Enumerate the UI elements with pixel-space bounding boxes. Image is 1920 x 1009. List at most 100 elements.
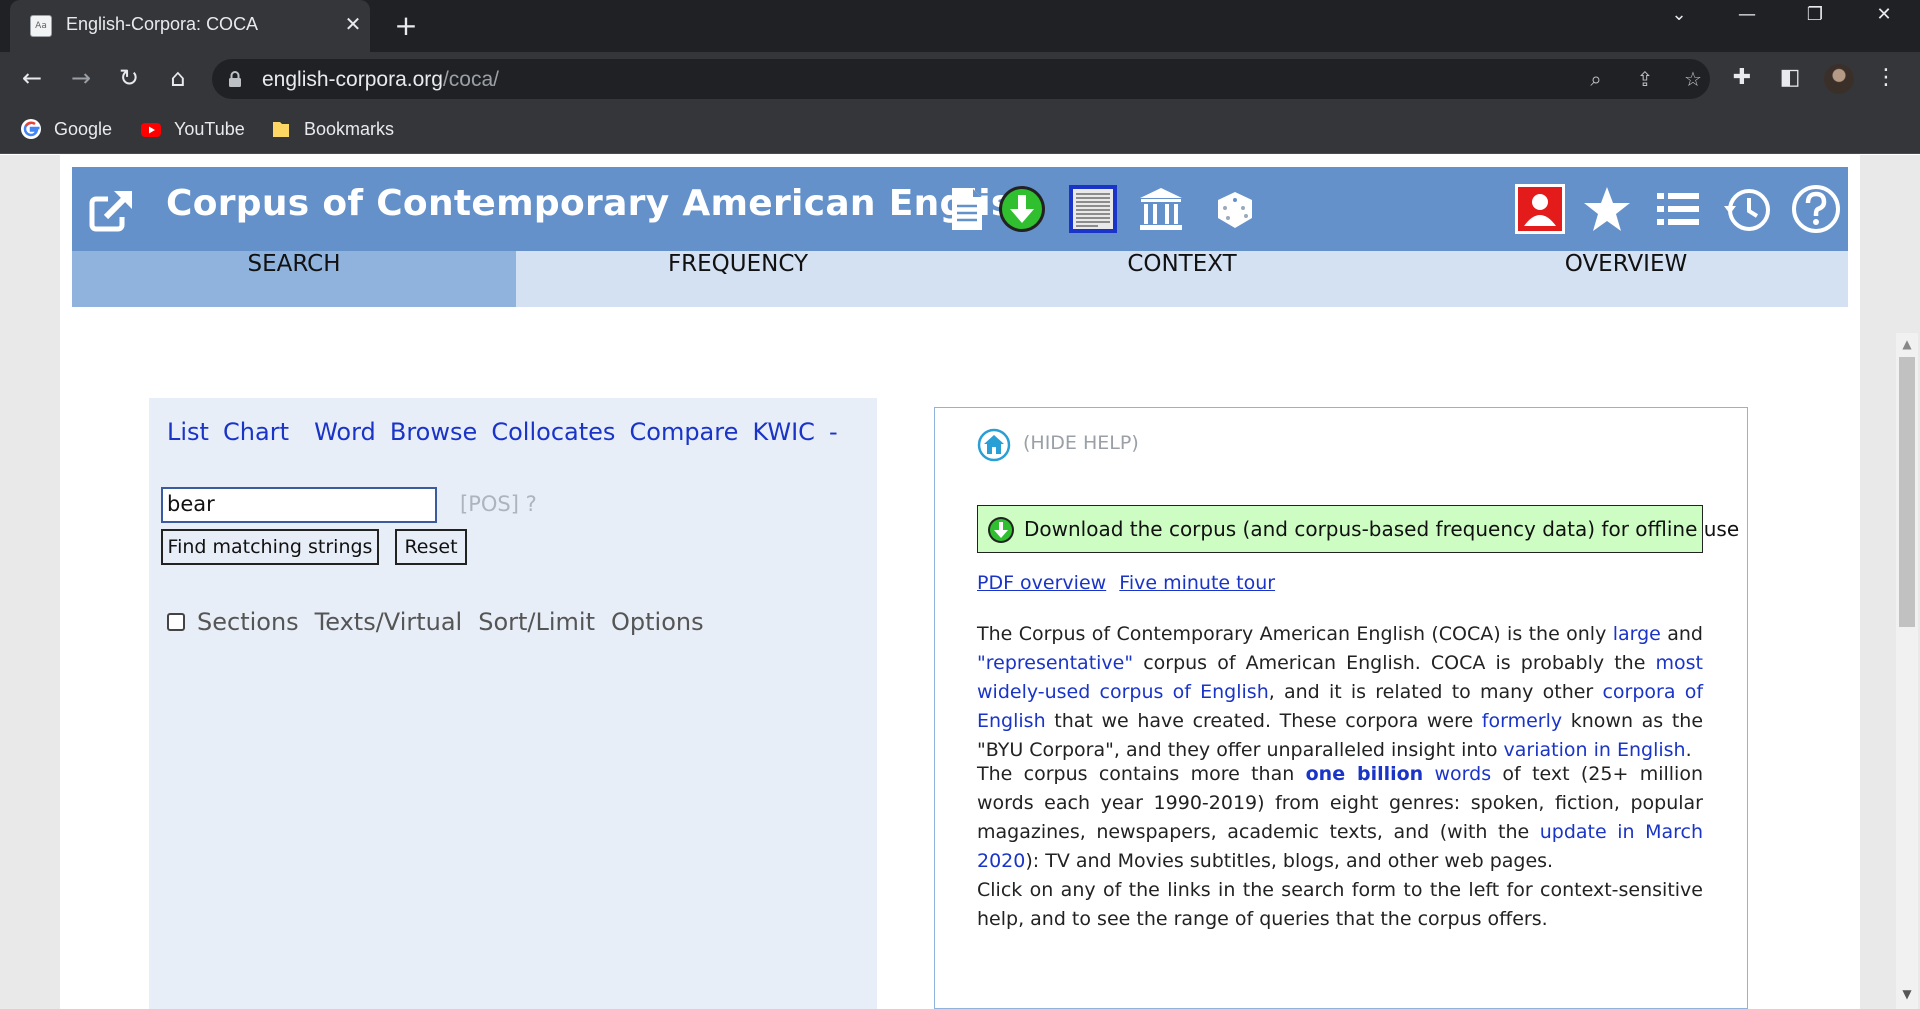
pos-hint[interactable]: [POS] ? bbox=[460, 492, 537, 516]
page-content: Corpus of Contemporary American English bbox=[60, 155, 1918, 1009]
scroll-up-icon[interactable]: ▲ bbox=[1896, 333, 1918, 355]
bookmark-star-icon[interactable]: ☆ bbox=[1681, 67, 1705, 91]
new-tab-icon[interactable]: + bbox=[390, 10, 422, 42]
bookmark-label: YouTube bbox=[174, 118, 245, 139]
hide-help-link[interactable]: (HIDE HELP) bbox=[1023, 432, 1139, 454]
link-compare[interactable]: Compare bbox=[630, 418, 739, 446]
search-panel: List Chart Word Browse Collocates Compar… bbox=[149, 398, 877, 1009]
paragraph-text: and bbox=[1660, 623, 1703, 645]
download-banner[interactable]: Download the corpus (and corpus-based fr… bbox=[977, 505, 1739, 553]
bookmark-google[interactable]: Google bbox=[20, 116, 112, 142]
scroll-down-icon[interactable]: ▼ bbox=[1896, 983, 1918, 1005]
youtube-icon bbox=[141, 123, 161, 137]
menu-icon[interactable]: ⋮ bbox=[1872, 64, 1900, 92]
history-icon[interactable] bbox=[1722, 184, 1772, 234]
paragraph-text: . bbox=[1685, 739, 1692, 761]
close-window-icon[interactable]: ✕ bbox=[1864, 4, 1904, 44]
option-sections[interactable]: Sections bbox=[197, 608, 299, 636]
extensions-icon[interactable]: ✚ bbox=[1728, 64, 1756, 92]
paragraph-text: corpus of American English. COCA is prob… bbox=[1133, 652, 1656, 674]
inline-link[interactable]: formerly bbox=[1482, 710, 1562, 732]
link-more[interactable]: - bbox=[829, 418, 838, 446]
document-icon[interactable] bbox=[942, 184, 992, 234]
tab-search-icon[interactable]: ⌄ bbox=[1659, 4, 1699, 44]
search-input[interactable]: bear bbox=[161, 487, 437, 523]
option-options[interactable]: Options bbox=[611, 608, 704, 636]
list-icon[interactable] bbox=[1653, 184, 1703, 234]
help-panel: (HIDE HELP) Download the corpus (and cor… bbox=[934, 407, 1748, 1009]
minimize-icon[interactable]: — bbox=[1727, 4, 1767, 44]
option-sort-limit[interactable]: Sort/Limit bbox=[478, 608, 595, 636]
intro-paragraph: The Corpus of Contemporary American Engl… bbox=[977, 620, 1703, 765]
main-nav: SEARCH FREQUENCY CONTEXT OVERVIEW bbox=[72, 251, 1848, 307]
side-panel-icon[interactable]: ◧ bbox=[1776, 64, 1804, 92]
external-link-icon[interactable] bbox=[88, 187, 136, 235]
reset-button[interactable]: Reset bbox=[395, 529, 467, 565]
help-icon[interactable] bbox=[1791, 184, 1841, 234]
paragraph-text: ): TV and Movies subtitles, blogs, and o… bbox=[1025, 850, 1554, 872]
search-mode-links: List Chart Word Browse Collocates Compar… bbox=[167, 418, 847, 446]
inline-link[interactable]: words bbox=[1435, 763, 1492, 785]
inline-link[interactable]: "representative" bbox=[977, 652, 1133, 674]
browser-tab[interactable]: Aa English-Corpora: COCA ✕ bbox=[10, 0, 370, 52]
forward-icon[interactable]: → bbox=[65, 62, 97, 94]
site-banner: Corpus of Contemporary American English bbox=[72, 167, 1848, 251]
find-matching-strings-button[interactable]: Find matching strings bbox=[161, 529, 379, 565]
inline-link[interactable]: one billion bbox=[1306, 763, 1424, 785]
site-title: Corpus of Contemporary American English bbox=[166, 183, 1039, 224]
folder-icon bbox=[273, 122, 289, 137]
search-options: Sections Texts/Virtual Sort/Limit Option… bbox=[167, 608, 720, 636]
link-chart[interactable]: Chart bbox=[223, 418, 289, 446]
google-icon bbox=[21, 119, 41, 139]
tab-overview[interactable]: OVERVIEW bbox=[1404, 251, 1848, 307]
close-tab-icon[interactable]: ✕ bbox=[340, 11, 366, 37]
inline-link[interactable]: large bbox=[1613, 623, 1661, 645]
favicon-icon: Aa bbox=[30, 15, 52, 37]
profile-avatar[interactable] bbox=[1824, 64, 1854, 94]
paragraph-text: The corpus contains more than bbox=[977, 763, 1306, 785]
tab-frequency[interactable]: FREQUENCY bbox=[516, 251, 960, 307]
tab-search[interactable]: SEARCH bbox=[72, 251, 516, 307]
paragraph-text: , and it is related to many other bbox=[1268, 681, 1603, 703]
texts-icon[interactable] bbox=[1068, 184, 1118, 234]
bookmark-folder[interactable]: Bookmarks bbox=[270, 116, 394, 142]
pdf-overview-link[interactable]: PDF overview bbox=[977, 572, 1106, 594]
link-browse[interactable]: Browse bbox=[390, 418, 477, 446]
bookmarks-bar: Google YouTube Bookmarks bbox=[0, 104, 1920, 154]
tab-context[interactable]: CONTEXT bbox=[960, 251, 1404, 307]
tab-title: English-Corpora: COCA bbox=[66, 14, 259, 34]
restore-icon[interactable]: ❐ bbox=[1795, 4, 1835, 44]
bookmark-label: Google bbox=[54, 118, 113, 139]
page-scrollbar[interactable]: ▲ ▼ bbox=[1896, 333, 1918, 1009]
inline-link[interactable]: variation in English bbox=[1504, 739, 1686, 761]
favorites-star-icon[interactable] bbox=[1582, 184, 1632, 234]
sections-checkbox[interactable] bbox=[167, 613, 185, 631]
bookmark-label: Bookmarks bbox=[304, 118, 395, 139]
link-word[interactable]: Word bbox=[314, 418, 376, 446]
reload-icon[interactable]: ↻ bbox=[113, 62, 145, 94]
download-icon bbox=[988, 517, 1014, 543]
share-icon[interactable]: ⇪ bbox=[1633, 67, 1657, 91]
lock-icon bbox=[229, 71, 241, 87]
download-text: Download the corpus (and corpus-based fr… bbox=[1024, 517, 1740, 541]
url-text: english-corpora.org/coca/ bbox=[262, 68, 499, 91]
address-bar[interactable]: english-corpora.org/coca/ ⌕ ⇪ ☆ bbox=[212, 59, 1710, 99]
account-icon[interactable] bbox=[1515, 184, 1565, 234]
link-collocates[interactable]: Collocates bbox=[491, 418, 615, 446]
link-kwic[interactable]: KWIC bbox=[752, 418, 814, 446]
home-icon[interactable]: ⌂ bbox=[162, 62, 194, 94]
scroll-thumb[interactable] bbox=[1899, 357, 1915, 627]
browser-toolbar: ← → ↻ ⌂ english-corpora.org/coca/ ⌕ ⇪ ☆ … bbox=[0, 52, 1920, 104]
tab-strip: Aa English-Corpora: COCA ✕ + ⌄ — ❐ ✕ bbox=[0, 0, 1920, 52]
bookmark-youtube[interactable]: YouTube bbox=[140, 116, 245, 142]
instructions-paragraph: Click on any of the links in the search … bbox=[977, 879, 1703, 930]
download-icon[interactable] bbox=[997, 184, 1047, 234]
link-list[interactable]: List bbox=[167, 418, 209, 446]
zoom-search-icon[interactable]: ⌕ bbox=[1584, 67, 1608, 91]
back-icon[interactable]: ← bbox=[16, 62, 48, 94]
dice-icon[interactable] bbox=[1210, 184, 1260, 234]
five-minute-tour-link[interactable]: Five minute tour bbox=[1119, 572, 1275, 594]
home-icon[interactable] bbox=[977, 428, 1011, 462]
institution-icon[interactable] bbox=[1136, 184, 1186, 234]
option-texts-virtual[interactable]: Texts/Virtual bbox=[315, 608, 463, 636]
